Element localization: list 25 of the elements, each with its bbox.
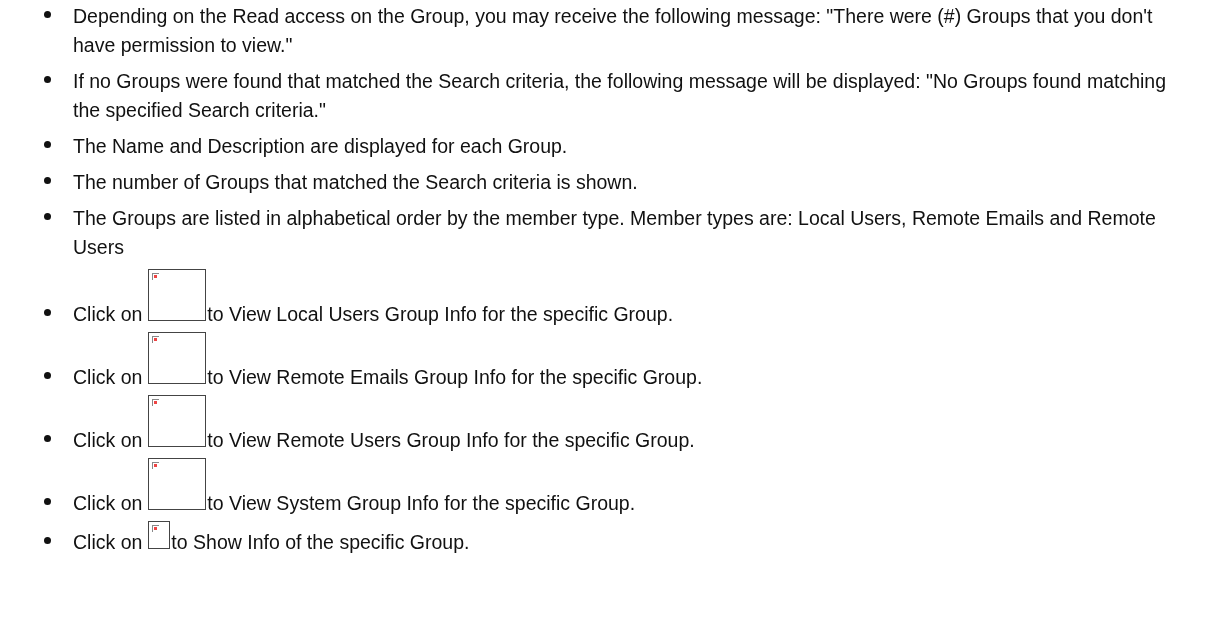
bullet-text: Click on to View System Group Info for the specific Group. [73,458,1170,518]
bullet-text: The Name and Description are displayed for each Group. [73,134,569,159]
bullet-icon [44,372,51,379]
bullet-text: Click on to View Remote Users Group Info for the specific Group. [73,395,1170,455]
broken-image-icon [148,521,171,549]
bullet-icon [44,11,51,18]
bullet-text: If no Groups were found that matched the Search criteria, the following message will be displayed: "No Groups found matching the specified Search criteria." [73,69,1167,123]
bullet-icon [44,537,51,544]
bullet-text: Click on to Show Info of the specific Group. [73,521,1170,557]
broken-image-icon [148,332,207,384]
bullet-text: Click on to View Local Users Group Info for the specific Group. [73,269,1170,329]
bullet-text: Depending on the Read access on the Group, you may receive the following message: "There were (#) Groups that you don't have permission to view." [73,4,1154,58]
broken-image-icon [148,395,207,447]
bullet-icon [44,309,51,316]
bullet-icon [44,435,51,442]
bullet-icon [44,213,51,220]
broken-image-icon [148,458,207,510]
bullet-icon [44,498,51,505]
bullet-icon [44,141,51,148]
bullet-text: The number of Groups that matched the Search criteria is shown. [73,170,639,195]
broken-image-icon [148,269,207,321]
bullet-text: Click on to View Remote Emails Group Info for the specific Group. [73,332,1170,392]
bullet-text: The Groups are listed in alphabetical order by the member type. Member types are: Local Users, Remote Emails and Remote Users [73,206,1157,260]
bullet-icon [44,76,51,83]
bullet-icon [44,177,51,184]
